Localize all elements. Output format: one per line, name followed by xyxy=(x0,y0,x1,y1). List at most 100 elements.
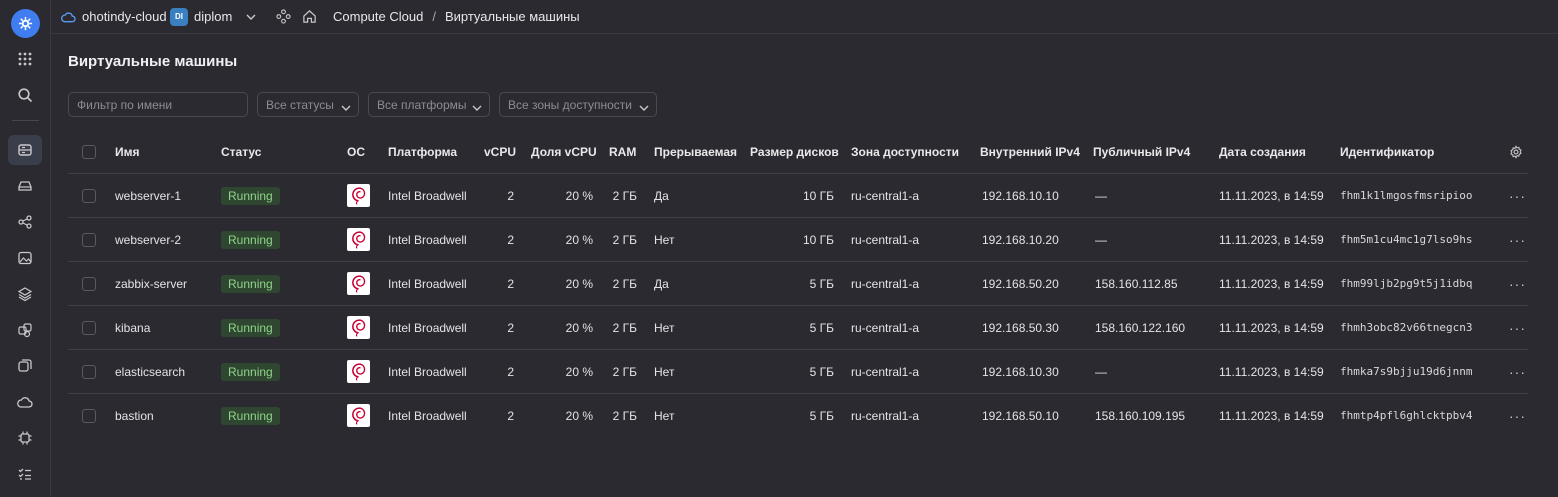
row-checkbox[interactable] xyxy=(82,306,96,349)
vm-name-cell[interactable]: elasticsearch xyxy=(115,350,185,393)
grid-icon[interactable] xyxy=(8,44,42,74)
name-filter-field[interactable] xyxy=(77,97,239,112)
row-checkbox[interactable] xyxy=(82,174,96,217)
vm-name[interactable]: webserver-2 xyxy=(115,233,181,247)
debian-logo-icon xyxy=(347,394,370,437)
layers-icon[interactable] xyxy=(8,279,42,309)
row-menu-icon[interactable]: ··· xyxy=(1509,218,1526,261)
table-row[interactable]: webserver-1 Running Intel Broadwell 2 20 % 2 … xyxy=(68,173,1528,217)
breadcrumb: Compute Cloud / Виртуальные машины xyxy=(333,9,580,24)
vm-name-cell[interactable]: zabbix-server xyxy=(115,262,187,305)
column-header-ipv4-public[interactable]: Публичный IPv4 xyxy=(1093,131,1190,173)
vm-name-cell[interactable]: bastion xyxy=(115,394,154,437)
network-icon[interactable] xyxy=(8,207,42,237)
cloud-logo-icon[interactable] xyxy=(11,9,40,38)
column-header-status[interactable]: Статус xyxy=(221,131,261,173)
row-menu-icon[interactable]: ··· xyxy=(1509,350,1526,393)
cell-created: 11.11.2023, в 14:59 xyxy=(1219,364,1324,379)
select-all-checkbox[interactable] xyxy=(82,131,96,173)
vm-name-cell[interactable]: webserver-2 xyxy=(115,218,181,261)
row-menu-icon[interactable]: ··· xyxy=(1509,394,1526,437)
search-icon[interactable] xyxy=(8,80,42,110)
breadcrumb-separator: / xyxy=(432,9,436,24)
folder-selector[interactable]: DI diplom xyxy=(170,7,256,26)
column-header-vcpu-share[interactable]: Доля vCPU xyxy=(531,131,597,173)
cell-vcpu: 2 xyxy=(507,232,514,247)
cell-platform: Intel Broadwell xyxy=(388,408,467,423)
row-menu-icon[interactable]: ··· xyxy=(1509,306,1526,349)
home-icon[interactable] xyxy=(302,9,317,24)
zone-filter-select[interactable]: Все зоны доступности xyxy=(499,92,657,117)
more-dots-icon: ··· xyxy=(1509,275,1526,292)
platform-filter-select[interactable]: Все платформы xyxy=(368,92,490,117)
cell-disk-cell: 5 ГБ xyxy=(750,350,834,393)
left-rail xyxy=(0,0,51,497)
cell-vcpu-share-cell: 20 % xyxy=(531,174,593,217)
cell-id-cell: fhm99ljb2pg9t5j1idbq xyxy=(1340,262,1472,305)
vm-name[interactable]: kibana xyxy=(115,321,150,335)
vm-name[interactable]: zabbix-server xyxy=(115,277,187,291)
status-badge-cell: Running xyxy=(221,350,280,393)
status-filter-select[interactable]: Все статусы xyxy=(257,92,359,117)
cell-ram-cell: 2 ГБ xyxy=(600,306,637,349)
cell-zone-cell: ru-central1-a xyxy=(851,350,919,393)
column-header-id[interactable]: Идентификатор xyxy=(1340,131,1434,173)
cell-vcpu-share: 20 % xyxy=(565,408,593,423)
cell-vcpu-share: 20 % xyxy=(565,188,593,203)
compute-icon[interactable] xyxy=(8,135,42,165)
vm-name[interactable]: webserver-1 xyxy=(115,189,181,203)
column-header-preemptible[interactable]: Прерываемая xyxy=(654,131,737,173)
cell-preemptible: Да xyxy=(654,276,669,291)
snapshot-icon[interactable] xyxy=(8,351,42,381)
status-filter-value: Все статусы xyxy=(266,97,334,112)
column-header-platform[interactable]: Платформа xyxy=(388,131,457,173)
row-menu-icon[interactable]: ··· xyxy=(1509,262,1526,305)
column-header-os[interactable]: ОС xyxy=(347,131,365,173)
column-header-zone[interactable]: Зона доступности xyxy=(851,131,959,173)
row-checkbox[interactable] xyxy=(82,218,96,261)
row-menu-icon[interactable]: ··· xyxy=(1509,174,1526,217)
column-header-name[interactable]: Имя xyxy=(115,131,140,173)
cloud-icon[interactable] xyxy=(8,387,42,417)
column-header-disk[interactable]: Размер дисков xyxy=(750,131,839,173)
cell-vcpu-cell: 2 xyxy=(484,350,514,393)
column-header-vcpu[interactable]: vCPU xyxy=(484,131,516,173)
cell-created-cell: 11.11.2023, в 14:59 xyxy=(1219,350,1324,393)
vm-name[interactable]: bastion xyxy=(115,409,154,423)
row-checkbox[interactable] xyxy=(82,350,96,393)
services-icon[interactable] xyxy=(276,9,291,24)
cell-created-cell: 11.11.2023, в 14:59 xyxy=(1219,306,1324,349)
row-checkbox[interactable] xyxy=(82,262,96,305)
cell-created: 11.11.2023, в 14:59 xyxy=(1219,408,1324,423)
table-row[interactable]: elasticsearch Running Intel Broadwell 2 20 %… xyxy=(68,349,1528,393)
column-header-ram[interactable]: RAM xyxy=(609,131,636,173)
table-row[interactable]: kibana Running Intel Broadwell 2 20 % 2 ГБ Нет… xyxy=(68,305,1528,349)
cell-created: 11.11.2023, в 14:59 xyxy=(1219,188,1324,203)
instance-groups-icon[interactable] xyxy=(8,315,42,345)
table-row[interactable]: bastion Running Intel Broadwell 2 20 % 2 ГБ Не… xyxy=(68,393,1528,437)
name-filter-input[interactable] xyxy=(68,92,248,117)
settings-gear-icon[interactable] xyxy=(1509,131,1523,173)
checklist-icon[interactable] xyxy=(8,459,42,489)
cell-ipv4-public-cell: — xyxy=(1095,218,1107,261)
cell-ram: 2 ГБ xyxy=(612,320,637,335)
main-content: Виртуальные машины Все статусы Все платф… xyxy=(51,35,1558,497)
cloud-selector[interactable]: ohotindy-cloud xyxy=(61,9,167,24)
table-row[interactable]: webserver-2 Running Intel Broadwell 2 20 % 2 … xyxy=(68,217,1528,261)
table-row[interactable]: zabbix-server Running Intel Broadwell 2 20 %… xyxy=(68,261,1528,305)
image-icon[interactable] xyxy=(8,243,42,273)
chip-icon[interactable] xyxy=(8,423,42,453)
row-checkbox[interactable] xyxy=(82,394,96,437)
more-dots-icon: ··· xyxy=(1509,231,1526,248)
cell-ipv4-public: 158.160.122.160 xyxy=(1095,320,1186,335)
column-header-created[interactable]: Дата создания xyxy=(1219,131,1306,173)
breadcrumb-service[interactable]: Compute Cloud xyxy=(333,9,423,24)
vm-name[interactable]: elasticsearch xyxy=(115,365,185,379)
vm-name-cell[interactable]: webserver-1 xyxy=(115,174,181,217)
cell-ram: 2 ГБ xyxy=(612,232,637,247)
cell-vcpu-share: 20 % xyxy=(565,276,593,291)
vm-name-cell[interactable]: kibana xyxy=(115,306,150,349)
column-header-ipv4-internal[interactable]: Внутренний IPv4 xyxy=(980,131,1080,173)
cell-vcpu-cell: 2 xyxy=(484,394,514,437)
disk-icon[interactable] xyxy=(8,171,42,201)
